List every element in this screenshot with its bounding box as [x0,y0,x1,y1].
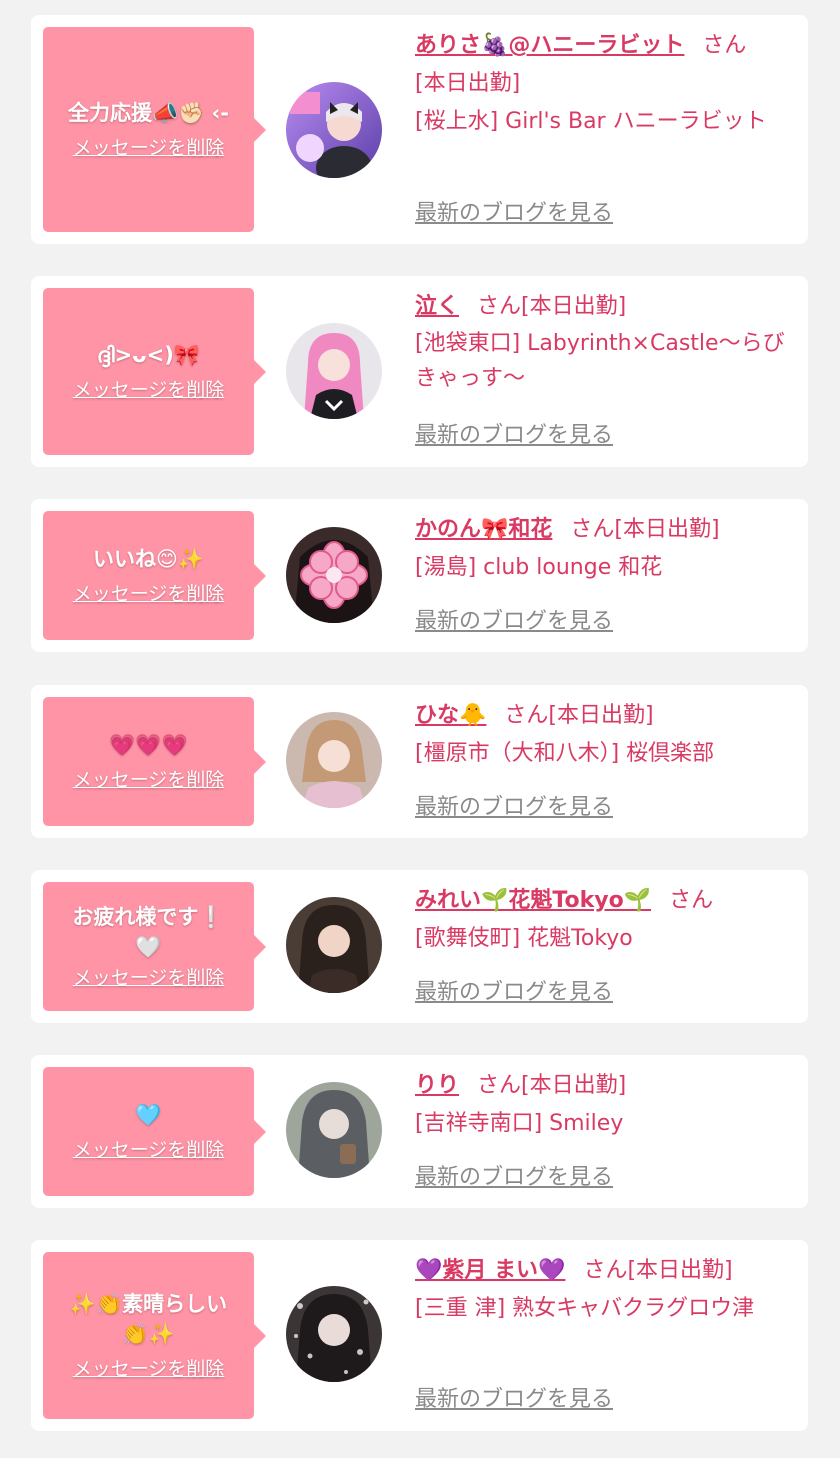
delete-message-link[interactable]: メッセージを削除 [73,766,225,794]
message-bubble: 🩵 メッセージを削除 [43,1067,266,1196]
message-text: 💗💗💗 [109,732,188,757]
cast-info: ありさ🍇@ハニーラビット さん [本日出勤] [桜上水] Girl's Bar ハ… [415,27,799,141]
attendance-status: [本日出勤] [415,71,521,96]
cast-info: りり さん[本日出勤] [吉祥寺南口] Smiley [415,1067,799,1143]
cast-name-link[interactable]: 💜紫月 まい💜 [415,1258,565,1283]
shop-info: [歌舞伎町] 花魁Tokyo [415,926,633,951]
honorific: さん [702,33,747,58]
delete-message-link[interactable]: メッセージを削除 [73,964,225,992]
latest-blog-link[interactable]: 最新のブログを見る [415,607,613,637]
avatar[interactable] [286,82,382,178]
delete-message-link[interactable]: メッセージを削除 [73,580,225,608]
list-item: 🩵 メッセージを削除 りり さん[本日出勤] [吉祥寺南口] Smiley 最新の… [31,1055,808,1208]
latest-blog-link[interactable]: 最新のブログを見る [415,978,613,1008]
avatar[interactable] [286,527,382,623]
message-text: ദ്ദി>ᴗ<)🎀 [97,342,200,367]
list-item: ദ്ദി>ᴗ<)🎀 メッセージを削除 泣く さん[本日出勤] [池袋東口] Lab… [31,276,808,467]
message-text: お疲れ様です❕🤍 [72,904,225,959]
message-bubble: ദ്ദി>ᴗ<)🎀 メッセージを削除 [43,288,266,455]
delete-message-link[interactable]: メッセージを削除 [73,1355,225,1383]
honorific: さん [669,888,714,913]
cast-name-link[interactable]: かのん🎀和花 [415,517,552,542]
shop-info: [橿原市（大和八木）] 桜倶楽部 [415,741,715,766]
cast-info: 💜紫月 まい💜 さん[本日出勤] [三重 津] 熟女キャバクラグロウ津 [415,1252,799,1328]
delete-message-link[interactable]: メッセージを削除 [73,376,225,404]
honorific: さん[本日出勤] [570,517,720,542]
cast-name-link[interactable]: りり [415,1073,459,1098]
list-item: お疲れ様です❕🤍 メッセージを削除 みれい🌱花魁Tokyo🌱 さん [歌舞伎町] … [31,870,808,1023]
message-text: いいね😊✨ [92,546,205,571]
shop-info: [桜上水] Girl's Bar ハニーラビット [415,109,767,134]
cast-name-link[interactable]: ひな🐥 [415,703,486,728]
message-bubble: いいね😊✨ メッセージを削除 [43,511,266,640]
latest-blog-link[interactable]: 最新のブログを見る [415,793,613,823]
cast-info: ひな🐥 さん[本日出勤] [橿原市（大和八木）] 桜倶楽部 [415,697,799,773]
cast-info: 泣く さん[本日出勤] [池袋東口] Labyrinth×Castle〜らびきゃっ… [415,288,799,396]
honorific: さん[本日出勤] [477,1073,627,1098]
cast-name-link[interactable]: ありさ🍇@ハニーラビット [415,33,684,58]
message-list: 全力応援📣✊🏻 ‹- メッセージを削除 ありさ🍇@ハニーラビット さん [本日出勤… [0,0,840,1458]
cast-name-link[interactable]: 泣く [415,294,459,319]
honorific: さん[本日出勤] [583,1258,733,1283]
latest-blog-link[interactable]: 最新のブログを見る [415,1385,613,1415]
latest-blog-link[interactable]: 最新のブログを見る [415,421,613,451]
message-text: 🩵 [135,1102,162,1127]
list-item: ✨👏素晴らしい👏✨ メッセージを削除 💜紫月 まい💜 さん[本日出勤] [三重 津… [31,1240,808,1431]
avatar[interactable] [286,1082,382,1178]
delete-message-link[interactable]: メッセージを削除 [73,134,225,162]
shop-info: [吉祥寺南口] Smiley [415,1111,624,1136]
avatar[interactable] [286,712,382,808]
honorific: さん[本日出勤] [504,703,654,728]
message-bubble: 💗💗💗 メッセージを削除 [43,697,266,826]
avatar[interactable] [286,1286,382,1382]
delete-message-link[interactable]: メッセージを削除 [73,1136,225,1164]
shop-info: [湯島] club lounge 和花 [415,555,663,580]
message-text: ✨👏素晴らしい👏✨ [69,1291,228,1346]
avatar[interactable] [286,897,382,993]
latest-blog-link[interactable]: 最新のブログを見る [415,1163,613,1193]
list-item: いいね😊✨ メッセージを削除 かのん🎀和花 さん[本日出勤] [湯島] club… [31,499,808,652]
avatar[interactable] [286,323,382,419]
shop-info: [三重 津] 熟女キャバクラグロウ津 [415,1296,755,1321]
list-item: 全力応援📣✊🏻 ‹- メッセージを削除 ありさ🍇@ハニーラビット さん [本日出勤… [31,15,808,244]
message-text: 全力応援📣✊🏻 ‹- [68,100,229,125]
cast-info: みれい🌱花魁Tokyo🌱 さん [歌舞伎町] 花魁Tokyo [415,882,799,958]
cast-info: かのん🎀和花 さん[本日出勤] [湯島] club lounge 和花 [415,511,799,587]
honorific: さん[本日出勤] [477,294,627,319]
latest-blog-link[interactable]: 最新のブログを見る [415,199,613,229]
message-bubble: ✨👏素晴らしい👏✨ メッセージを削除 [43,1252,266,1419]
shop-info: [池袋東口] Labyrinth×Castle〜らびきゃっす〜 [415,331,785,391]
message-bubble: 全力応援📣✊🏻 ‹- メッセージを削除 [43,27,266,232]
cast-name-link[interactable]: みれい🌱花魁Tokyo🌱 [415,888,651,913]
list-item: 💗💗💗 メッセージを削除 ひな🐥 さん[本日出勤] [橿原市（大和八木）] 桜倶楽… [31,685,808,838]
message-bubble: お疲れ様です❕🤍 メッセージを削除 [43,882,266,1011]
